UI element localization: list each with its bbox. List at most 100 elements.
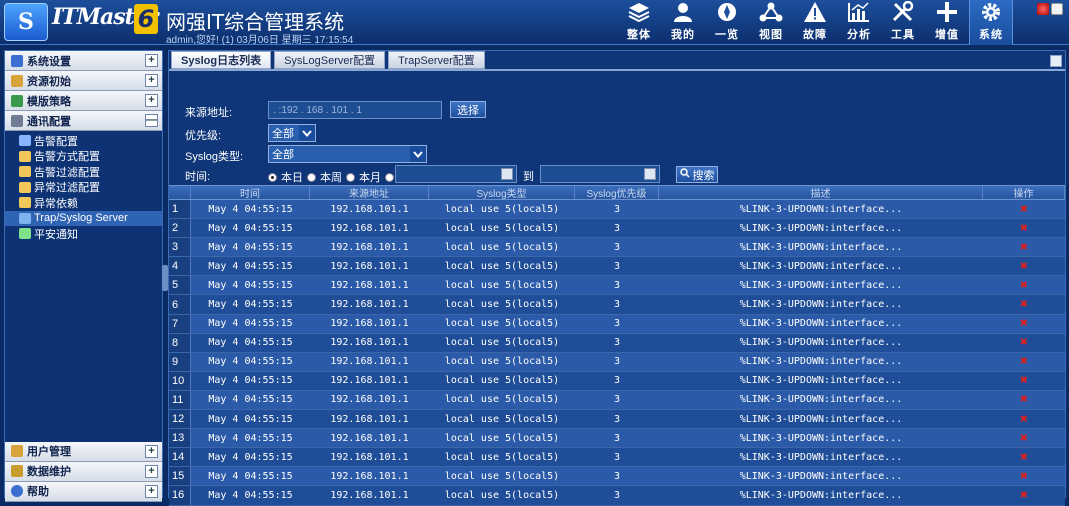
sidebar-group-comm-config[interactable]: 通讯配置 —: [5, 111, 162, 131]
expand-toggle[interactable]: +: [145, 444, 158, 458]
table-row[interactable]: 16 May 4 04:55:15 192.168.101.1 local use 5…: [169, 486, 1065, 506]
column-header-action: 操作: [983, 186, 1065, 200]
expand-toggle[interactable]: +: [145, 74, 158, 87]
expand-toggle[interactable]: +: [145, 484, 158, 498]
sidebar-group-help[interactable]: 帮助 +: [5, 481, 162, 502]
export-icon[interactable]: [1050, 55, 1062, 67]
sidebar-group-resource-init[interactable]: 资源初始 +: [5, 71, 162, 91]
sidebar-item-exception-dependency[interactable]: 异常依赖: [5, 195, 162, 211]
delete-icon[interactable]: ✖: [1020, 431, 1028, 446]
column-header-time[interactable]: 时间: [191, 186, 310, 200]
cell-source: 192.168.101.1: [330, 451, 409, 463]
time-label: 时间:: [185, 171, 211, 183]
nav-overall[interactable]: 整体: [617, 0, 661, 45]
column-header-source[interactable]: 来源地址: [310, 186, 429, 200]
table-row[interactable]: 6 May 4 04:55:15 192.168.101.1 local use 5(…: [169, 295, 1065, 315]
sidebar-item-exception-filter[interactable]: 异常过滤配置: [5, 180, 162, 196]
delete-icon[interactable]: ✖: [1020, 221, 1028, 236]
delete-icon[interactable]: ✖: [1020, 354, 1028, 369]
delete-icon[interactable]: ✖: [1020, 316, 1028, 331]
select-button[interactable]: 选择: [450, 101, 486, 118]
cell-source: 192.168.101.1: [330, 241, 409, 253]
sidebar-group-user-management[interactable]: 用户管理 +: [5, 441, 162, 462]
help-icon[interactable]: [1051, 3, 1063, 15]
cell-time: May 4 04:55:15: [208, 222, 293, 234]
table-row[interactable]: 7 May 4 04:55:15 192.168.101.1 local use 5(…: [169, 314, 1065, 334]
radio-today[interactable]: [268, 172, 277, 182]
delete-icon[interactable]: ✖: [1020, 278, 1028, 293]
syslog-type-select[interactable]: 全部: [268, 145, 427, 163]
table-row[interactable]: 4 May 4 04:55:15 192.168.101.1 local use 5(…: [169, 257, 1065, 277]
start-date-input[interactable]: [395, 165, 517, 183]
expand-toggle[interactable]: +: [145, 464, 158, 478]
table-row[interactable]: 13 May 4 04:55:15 192.168.101.1 local use 5…: [169, 429, 1065, 449]
table-row[interactable]: 5 May 4 04:55:15 192.168.101.1 local use 5(…: [169, 276, 1065, 296]
nav-value-added[interactable]: 增值: [925, 0, 969, 45]
end-date-input[interactable]: [540, 165, 660, 183]
source-address-input[interactable]: . :192 . 168 . 101 . 1: [268, 101, 442, 119]
tools-icon: [890, 0, 916, 24]
sidebar-group-system-settings[interactable]: 系统设置 +: [5, 51, 162, 71]
collapse-toggle[interactable]: —: [145, 114, 158, 127]
radio-month[interactable]: [346, 172, 355, 182]
nav-system[interactable]: 系统: [969, 0, 1013, 45]
nav-view[interactable]: 视图: [749, 0, 793, 45]
table-row[interactable]: 9 May 4 04:55:15 192.168.101.1 local use 5(…: [169, 352, 1065, 372]
delete-icon[interactable]: ✖: [1020, 240, 1028, 255]
expand-toggle[interactable]: +: [145, 54, 158, 67]
table-row[interactable]: 14 May 4 04:55:15 192.168.101.1 local use 5…: [169, 448, 1065, 468]
sidebar-group-data-maintenance[interactable]: 数据维护 +: [5, 461, 162, 482]
table-row[interactable]: 10 May 4 04:55:15 192.168.101.1 local use 5…: [169, 371, 1065, 391]
table-row[interactable]: 11 May 4 04:55:15 192.168.101.1 local use 5…: [169, 390, 1065, 411]
nav-mine[interactable]: 我的: [661, 0, 705, 45]
priority-select[interactable]: 全部: [268, 124, 316, 142]
delete-icon[interactable]: ✖: [1020, 373, 1028, 388]
delete-icon[interactable]: ✖: [1020, 469, 1028, 484]
delete-icon[interactable]: ✖: [1020, 488, 1028, 503]
logout-icon[interactable]: [1037, 3, 1049, 15]
table-row[interactable]: 8 May 4 04:55:15 192.168.101.1 local use 5(…: [169, 333, 1065, 353]
column-header-description[interactable]: 描述: [659, 186, 983, 200]
cell-source: 192.168.101.1: [330, 470, 409, 482]
delete-icon[interactable]: ✖: [1020, 450, 1028, 465]
delete-icon[interactable]: ✖: [1020, 202, 1028, 217]
delete-icon[interactable]: ✖: [1020, 412, 1028, 427]
row-number: 8: [169, 333, 191, 352]
table-row[interactable]: 15 May 4 04:55:15 192.168.101.1 local use 5…: [169, 467, 1065, 487]
calendar-icon[interactable]: [644, 168, 656, 180]
delete-icon[interactable]: ✖: [1020, 297, 1028, 312]
expand-toggle[interactable]: +: [145, 94, 158, 107]
cell-source: 192.168.101.1: [330, 356, 409, 368]
column-header-type[interactable]: Syslog类型: [429, 186, 575, 200]
cell-source: 192.168.101.1: [330, 299, 409, 311]
nav-tools[interactable]: 工具: [881, 0, 925, 45]
delete-icon[interactable]: ✖: [1020, 335, 1028, 350]
sidebar-item-alarm-filter[interactable]: 告警过滤配置: [5, 164, 162, 180]
sidebar-item-alarm-method[interactable]: 告警方式配置: [5, 149, 162, 165]
tab-syslog-list[interactable]: Syslog日志列表: [171, 51, 272, 69]
table-row[interactable]: 2 May 4 04:55:15 192.168.101.1 local use 5(…: [169, 219, 1065, 239]
tab-syslog-server-config[interactable]: SysLogServer配置: [274, 51, 386, 69]
table-row[interactable]: 3 May 4 04:55:15 192.168.101.1 local use 5(…: [169, 238, 1065, 258]
radio-week[interactable]: [307, 172, 316, 182]
nav-overview[interactable]: 一览: [705, 0, 749, 45]
column-header-priority[interactable]: Syslog优先级: [575, 186, 659, 200]
cell-action: ✖: [983, 276, 1065, 294]
nav-fault[interactable]: 故障: [793, 0, 837, 45]
table-row[interactable]: 12 May 4 04:55:15 192.168.101.1 local use 5…: [169, 410, 1065, 430]
delete-icon[interactable]: ✖: [1020, 259, 1028, 274]
sidebar-item-alarm-config[interactable]: 告警配置: [5, 133, 162, 149]
sidebar-item-trap-syslog-server[interactable]: Trap/Syslog Server: [5, 210, 162, 226]
table-row[interactable]: 1 May 4 04:55:15 192.168.101.1 local use 5(…: [169, 200, 1065, 220]
tab-trap-server-config[interactable]: TrapServer配置: [388, 51, 485, 69]
nav-analysis[interactable]: 分析: [837, 0, 881, 45]
resource-icon: [11, 74, 23, 87]
delete-icon[interactable]: ✖: [1020, 392, 1028, 407]
radio-custom[interactable]: [385, 172, 394, 182]
sidebar-group-template-policy[interactable]: 模版策略 +: [5, 91, 162, 111]
calendar-icon[interactable]: [501, 168, 513, 180]
sidebar-group-label: 数据维护: [27, 466, 71, 478]
sidebar-item-safety-notice[interactable]: 平安通知: [5, 226, 162, 242]
search-button[interactable]: 搜索: [676, 166, 718, 183]
